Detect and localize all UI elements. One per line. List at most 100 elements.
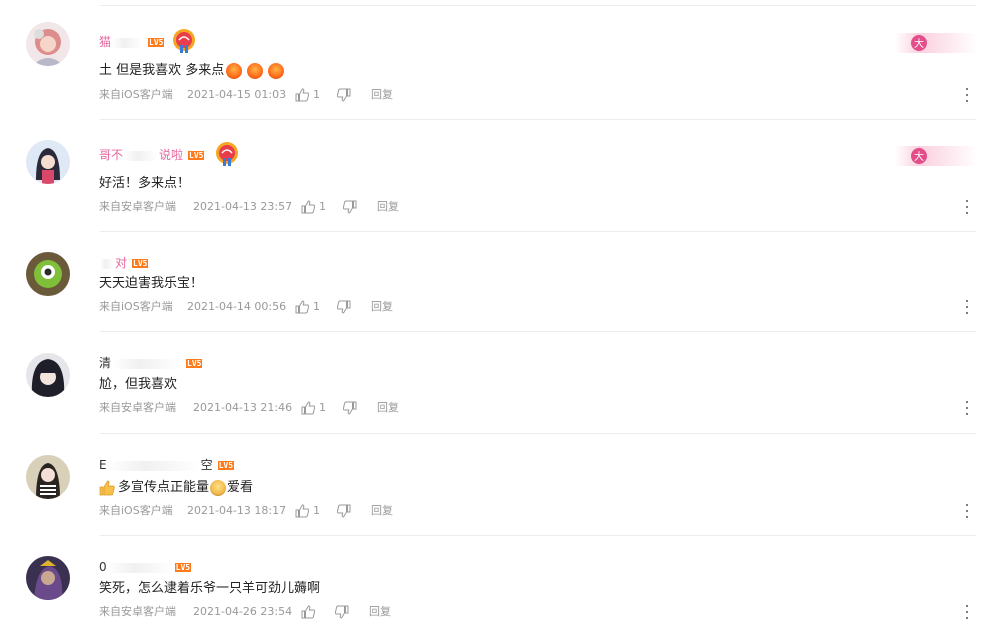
emoji-icon [247,63,264,79]
like-button[interactable]: 1 [301,200,343,214]
comment-meta: 来自iOS客户端 2021-04-14 00:56 1 回复 [99,300,393,314]
dislike-button[interactable] [343,401,377,415]
username-row: 对 LV5 [99,254,149,272]
comment-text: 多宣传点正能量 爱看 [99,479,253,497]
timestamp: 2021-04-15 01:03 [187,88,287,101]
comment-text: 天天迫害我乐宝！ [99,276,204,291]
level-badge: LV5 [148,37,165,47]
divider [100,119,976,120]
avatar[interactable] [26,455,70,499]
da-badge-icon: 大 [895,146,977,166]
dislike-button[interactable] [337,88,371,102]
emoji-icon [268,63,285,79]
avatar[interactable] [26,252,70,296]
divider [100,535,976,536]
thumbs-down-icon [337,300,351,314]
more-options-icon[interactable] [962,401,972,415]
username-row: 猫 LV5 [99,33,165,51]
timestamp: 2021-04-14 00:56 [187,300,287,313]
level-badge: LV5 [132,258,149,268]
comment-text: 土 但是我喜欢 多来点 [99,62,285,80]
divider [100,231,976,232]
thumbs-up-icon [295,300,309,314]
thumbs-up-icon [301,401,315,415]
reply-button[interactable]: 回复 [377,401,399,415]
da-badge-icon: 大 [895,33,977,53]
thumbs-down-icon [343,401,357,415]
thumbs-down-icon [343,200,357,214]
avatar[interactable] [26,22,70,66]
thumbs-down-icon [335,605,349,619]
emoji-icon [226,63,243,79]
comment-meta: 来自iOS客户端 2021-04-15 01:03 1 回复 [99,88,393,102]
reply-button[interactable]: 回复 [371,504,393,518]
username-row: 哥不 说啦 LV5 [99,146,205,164]
reply-button[interactable]: 回复 [369,605,391,619]
username[interactable]: E空 [99,458,213,472]
username[interactable]: 对 [99,256,127,270]
level-badge: LV5 [186,358,203,368]
source-label: 来自安卓客户端 [99,605,176,618]
like-button[interactable] [301,605,335,619]
more-options-icon[interactable] [962,504,972,518]
source-label: 来自iOS客户端 [99,88,173,101]
like-button[interactable]: 1 [295,504,337,518]
dislike-button[interactable] [337,504,371,518]
like-button[interactable]: 1 [295,300,337,314]
comment-meta: 来自安卓客户端 2021-04-13 23:57 1 回复 [99,200,399,214]
fan-medal-icon [216,142,238,166]
more-options-icon[interactable] [962,605,972,619]
dislike-button[interactable] [337,300,371,314]
username-row: 0 LV5 [99,558,192,576]
like-count: 1 [313,88,320,101]
dislike-button[interactable] [343,200,377,214]
comment-meta: 来自安卓客户端 2021-04-26 23:54 回复 [99,605,391,619]
svg-text:大: 大 [914,150,924,163]
thumbs-up-icon [295,88,309,102]
more-options-icon[interactable] [962,300,972,314]
comment-meta: 来自安卓客户端 2021-04-13 21:46 1 回复 [99,401,399,415]
thumbs-up-icon [295,504,309,518]
thumbs-down-icon [337,88,351,102]
reply-button[interactable]: 回复 [377,200,399,214]
fan-medal-icon [173,29,195,53]
like-button[interactable]: 1 [295,88,337,102]
source-label: 来自安卓客户端 [99,401,176,414]
more-options-icon[interactable] [962,200,972,214]
divider [100,331,976,332]
emoji-icon [210,480,227,496]
comment-text: 笑死，怎么逮着乐爷一只羊可劲儿薅啊 [99,581,321,596]
like-count: 1 [313,504,320,517]
svg-text:大: 大 [914,37,924,50]
avatar[interactable] [26,353,70,397]
reply-button[interactable]: 回复 [371,300,393,314]
username[interactable]: 哥不 说啦 [99,148,183,162]
like-count: 1 [319,401,326,414]
timestamp: 2021-04-26 23:54 [193,605,293,618]
timestamp: 2021-04-13 18:17 [187,504,287,517]
level-badge: LV5 [174,562,192,572]
avatar[interactable] [26,556,70,600]
username[interactable]: 清 [99,356,181,370]
more-options-icon[interactable] [962,88,972,102]
like-count: 1 [319,200,326,213]
timestamp: 2021-04-13 21:46 [193,401,293,414]
comment-text: 尬，但我喜欢 [99,377,178,392]
thumbs-down-icon [337,504,351,518]
username-row: E空 LV5 [99,456,235,474]
level-badge: LV5 [217,460,235,470]
comment-text: 好活！多来点！ [99,176,191,191]
source-label: 来自iOS客户端 [99,300,173,313]
like-count: 1 [313,300,320,313]
thumbs-up-icon [301,605,315,619]
reply-button[interactable]: 回复 [371,88,393,102]
username[interactable]: 0 [99,560,175,574]
dislike-button[interactable] [335,605,369,619]
username[interactable]: 猫 [99,35,143,49]
avatar[interactable] [26,140,70,184]
divider [100,433,976,434]
username-row: 清 LV5 [99,354,203,372]
like-button[interactable]: 1 [301,401,343,415]
thumbs-up-emoji-icon [99,480,115,496]
thumbs-up-icon [301,200,315,214]
